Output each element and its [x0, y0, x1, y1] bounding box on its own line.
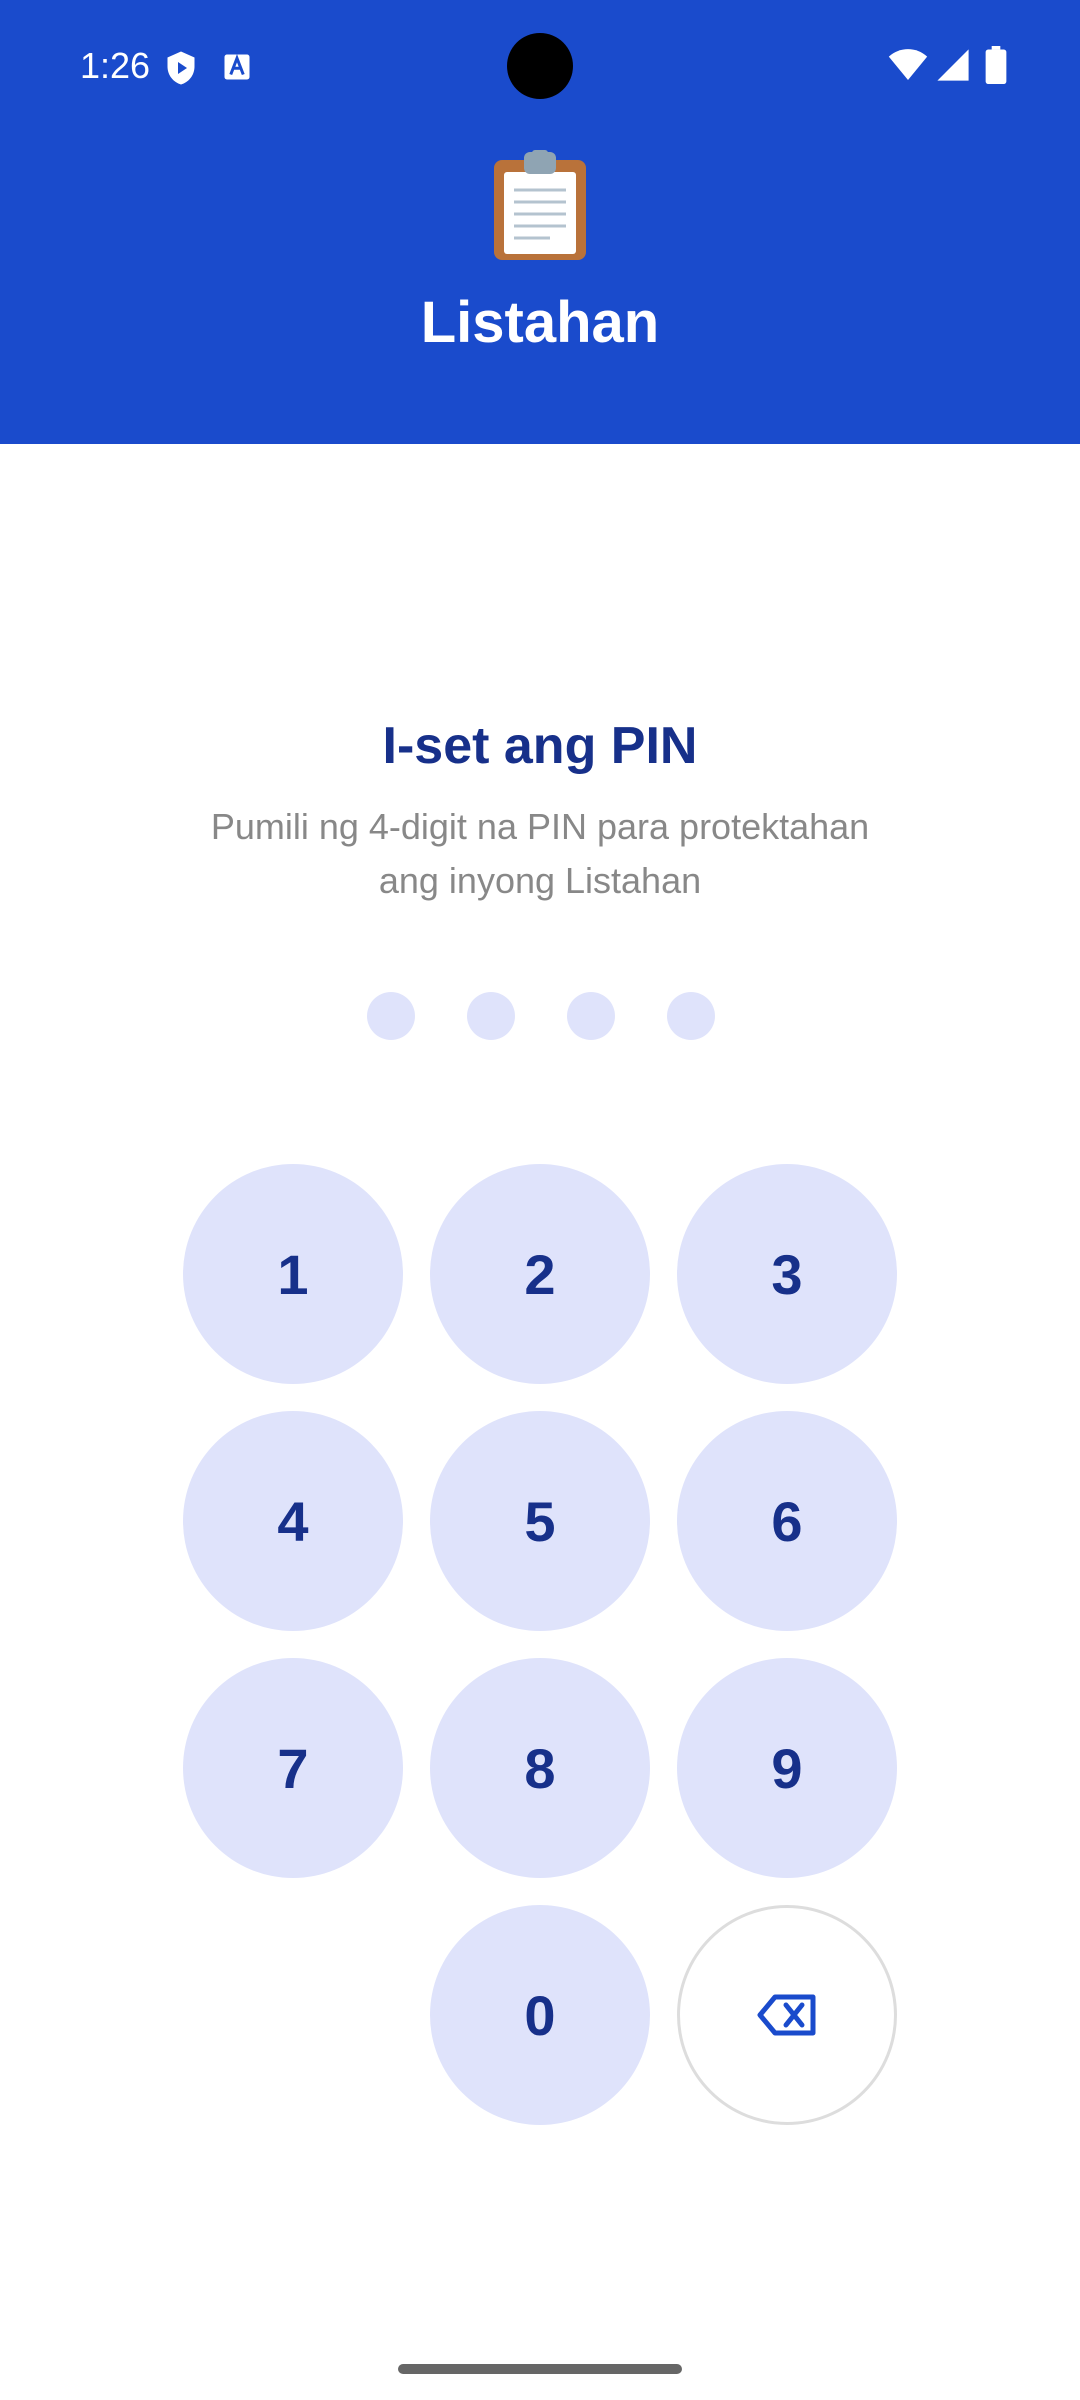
pin-dot: [567, 992, 615, 1040]
app-title: Listahan: [420, 290, 660, 355]
clipboard-icon: [494, 150, 586, 260]
key-1[interactable]: 1: [183, 1164, 403, 1384]
pin-dot: [667, 992, 715, 1040]
pin-dot: [467, 992, 515, 1040]
cell-signal-icon: [937, 49, 969, 81]
pin-dots: [0, 992, 1080, 1040]
wifi-icon: [888, 49, 928, 80]
key-3[interactable]: 3: [677, 1164, 897, 1384]
key-4[interactable]: 4: [183, 1411, 403, 1631]
pin-title: I-set ang PIN: [382, 717, 698, 775]
home-indicator[interactable]: [398, 2364, 682, 2374]
text-a-icon: [224, 54, 250, 80]
key-7[interactable]: 7: [183, 1658, 403, 1878]
pin-dot: [367, 992, 415, 1040]
key-0[interactable]: 0: [430, 1905, 650, 2125]
app-header: 1:26 Listahan: [0, 0, 1080, 444]
key-2[interactable]: 2: [430, 1164, 650, 1384]
camera-cutout: [507, 33, 573, 99]
key-5[interactable]: 5: [430, 1411, 650, 1631]
status-bar: 1:26: [0, 0, 1080, 130]
pin-subtitle: Pumili ng 4-digit na PIN para protektaha…: [210, 806, 870, 901]
battery-icon: [985, 46, 1007, 84]
backspace-button[interactable]: [677, 1905, 897, 2125]
status-time: 1:26: [80, 45, 151, 86]
key-8[interactable]: 8: [430, 1658, 650, 1878]
backspace-icon: [757, 1994, 816, 2036]
shield-play-icon: [167, 51, 195, 85]
key-9[interactable]: 9: [677, 1658, 897, 1878]
key-6[interactable]: 6: [677, 1411, 897, 1631]
